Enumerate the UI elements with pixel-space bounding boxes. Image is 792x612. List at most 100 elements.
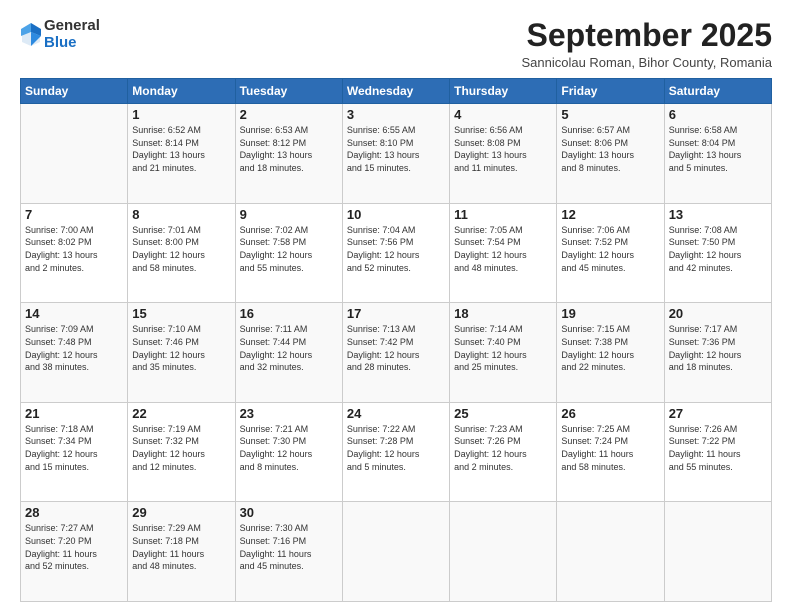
day-number: 3 bbox=[347, 107, 445, 122]
day-info: Sunrise: 7:22 AMSunset: 7:28 PMDaylight:… bbox=[347, 423, 445, 473]
day-info: Sunrise: 7:05 AMSunset: 7:54 PMDaylight:… bbox=[454, 224, 552, 274]
cell-w5-d6 bbox=[664, 502, 771, 602]
calendar-header-row: Sunday Monday Tuesday Wednesday Thursday… bbox=[21, 79, 772, 104]
cell-w5-d1: 29Sunrise: 7:29 AMSunset: 7:18 PMDayligh… bbox=[128, 502, 235, 602]
day-number: 23 bbox=[240, 406, 338, 421]
logo: General Blue bbox=[20, 18, 100, 51]
cell-w4-d4: 25 Sunrise: 7:23 AMSunset: 7:26 PMDayligh… bbox=[450, 402, 557, 502]
day-number: 7 bbox=[25, 207, 123, 222]
day-info: Sunrise: 7:19 AMSunset: 7:32 PMDaylight:… bbox=[132, 423, 230, 473]
day-number: 5 bbox=[561, 107, 659, 122]
day-info: Sunrise: 7:30 AMSunset: 7:16 PMDaylight:… bbox=[240, 522, 338, 572]
day-number: 20 bbox=[669, 306, 767, 321]
day-info: Sunrise: 7:11 AMSunset: 7:44 PMDaylight:… bbox=[240, 323, 338, 373]
cell-w1-d2: 2 Sunrise: 6:53 AMSunset: 8:12 PMDaylight… bbox=[235, 104, 342, 204]
week-row-4: 21 Sunrise: 7:18 AMSunset: 7:34 PMDayligh… bbox=[21, 402, 772, 502]
cell-w3-d3: 17 Sunrise: 7:13 AMSunset: 7:42 PMDayligh… bbox=[342, 303, 449, 403]
day-number: 24 bbox=[347, 406, 445, 421]
day-number: 2 bbox=[240, 107, 338, 122]
month-title: September 2025 bbox=[521, 18, 772, 53]
day-info: Sunrise: 7:06 AMSunset: 7:52 PMDaylight:… bbox=[561, 224, 659, 274]
day-info: Sunrise: 7:00 AMSunset: 8:02 PMDaylight:… bbox=[25, 224, 123, 274]
cell-w1-d0 bbox=[21, 104, 128, 204]
col-monday: Monday bbox=[128, 79, 235, 104]
cell-w1-d6: 6 Sunrise: 6:58 AMSunset: 8:04 PMDaylight… bbox=[664, 104, 771, 204]
day-info: Sunrise: 6:52 AMSunset: 8:14 PMDaylight:… bbox=[132, 124, 230, 174]
day-number: 10 bbox=[347, 207, 445, 222]
day-number: 18 bbox=[454, 306, 552, 321]
col-saturday: Saturday bbox=[664, 79, 771, 104]
title-block: September 2025 Sannicolau Roman, Bihor C… bbox=[521, 18, 772, 70]
day-info: Sunrise: 7:27 AMSunset: 7:20 PMDaylight:… bbox=[25, 522, 123, 572]
day-number: 6 bbox=[669, 107, 767, 122]
cell-w1-d1: 1 Sunrise: 6:52 AMSunset: 8:14 PMDaylight… bbox=[128, 104, 235, 204]
day-info: Sunrise: 7:18 AMSunset: 7:34 PMDaylight:… bbox=[25, 423, 123, 473]
cell-w3-d0: 14Sunrise: 7:09 AMSunset: 7:48 PMDayligh… bbox=[21, 303, 128, 403]
col-tuesday: Tuesday bbox=[235, 79, 342, 104]
day-info: Sunrise: 7:10 AMSunset: 7:46 PMDaylight:… bbox=[132, 323, 230, 373]
day-info: Sunrise: 7:02 AMSunset: 7:58 PMDaylight:… bbox=[240, 224, 338, 274]
day-number: 21 bbox=[25, 406, 123, 421]
cell-w3-d6: 20 Sunrise: 7:17 AMSunset: 7:36 PMDayligh… bbox=[664, 303, 771, 403]
logo-general: General bbox=[44, 18, 100, 35]
subtitle: Sannicolau Roman, Bihor County, Romania bbox=[521, 55, 772, 70]
day-info: Sunrise: 6:58 AMSunset: 8:04 PMDaylight:… bbox=[669, 124, 767, 174]
col-wednesday: Wednesday bbox=[342, 79, 449, 104]
day-number: 4 bbox=[454, 107, 552, 122]
day-info: Sunrise: 7:13 AMSunset: 7:42 PMDaylight:… bbox=[347, 323, 445, 373]
day-number: 15 bbox=[132, 306, 230, 321]
day-info: Sunrise: 7:17 AMSunset: 7:36 PMDaylight:… bbox=[669, 323, 767, 373]
col-sunday: Sunday bbox=[21, 79, 128, 104]
cell-w1-d3: 3 Sunrise: 6:55 AMSunset: 8:10 PMDaylight… bbox=[342, 104, 449, 204]
cell-w2-d2: 9 Sunrise: 7:02 AMSunset: 7:58 PMDaylight… bbox=[235, 203, 342, 303]
day-number: 17 bbox=[347, 306, 445, 321]
week-row-1: 1 Sunrise: 6:52 AMSunset: 8:14 PMDaylight… bbox=[21, 104, 772, 204]
day-number: 12 bbox=[561, 207, 659, 222]
cell-w1-d4: 4 Sunrise: 6:56 AMSunset: 8:08 PMDaylight… bbox=[450, 104, 557, 204]
cell-w2-d4: 11Sunrise: 7:05 AMSunset: 7:54 PMDayligh… bbox=[450, 203, 557, 303]
cell-w2-d1: 8Sunrise: 7:01 AMSunset: 8:00 PMDaylight… bbox=[128, 203, 235, 303]
day-number: 9 bbox=[240, 207, 338, 222]
logo-text: General Blue bbox=[44, 18, 100, 51]
day-number: 13 bbox=[669, 207, 767, 222]
day-number: 19 bbox=[561, 306, 659, 321]
day-info: Sunrise: 7:04 AMSunset: 7:56 PMDaylight:… bbox=[347, 224, 445, 274]
day-number: 1 bbox=[132, 107, 230, 122]
cell-w5-d3 bbox=[342, 502, 449, 602]
cell-w5-d5 bbox=[557, 502, 664, 602]
week-row-3: 14Sunrise: 7:09 AMSunset: 7:48 PMDayligh… bbox=[21, 303, 772, 403]
cell-w3-d2: 16Sunrise: 7:11 AMSunset: 7:44 PMDayligh… bbox=[235, 303, 342, 403]
day-info: Sunrise: 7:23 AMSunset: 7:26 PMDaylight:… bbox=[454, 423, 552, 473]
day-info: Sunrise: 7:14 AMSunset: 7:40 PMDaylight:… bbox=[454, 323, 552, 373]
cell-w2-d5: 12 Sunrise: 7:06 AMSunset: 7:52 PMDayligh… bbox=[557, 203, 664, 303]
day-info: Sunrise: 7:15 AMSunset: 7:38 PMDaylight:… bbox=[561, 323, 659, 373]
cell-w2-d6: 13 Sunrise: 7:08 AMSunset: 7:50 PMDayligh… bbox=[664, 203, 771, 303]
day-info: Sunrise: 7:25 AMSunset: 7:24 PMDaylight:… bbox=[561, 423, 659, 473]
cell-w2-d3: 10 Sunrise: 7:04 AMSunset: 7:56 PMDayligh… bbox=[342, 203, 449, 303]
cell-w4-d0: 21 Sunrise: 7:18 AMSunset: 7:34 PMDayligh… bbox=[21, 402, 128, 502]
day-number: 22 bbox=[132, 406, 230, 421]
week-row-2: 7 Sunrise: 7:00 AMSunset: 8:02 PMDaylight… bbox=[21, 203, 772, 303]
day-number: 25 bbox=[454, 406, 552, 421]
cell-w5-d0: 28Sunrise: 7:27 AMSunset: 7:20 PMDayligh… bbox=[21, 502, 128, 602]
day-number: 14 bbox=[25, 306, 123, 321]
cell-w3-d1: 15 Sunrise: 7:10 AMSunset: 7:46 PMDayligh… bbox=[128, 303, 235, 403]
day-number: 8 bbox=[132, 207, 230, 222]
cell-w4-d6: 27Sunrise: 7:26 AMSunset: 7:22 PMDayligh… bbox=[664, 402, 771, 502]
cell-w4-d3: 24 Sunrise: 7:22 AMSunset: 7:28 PMDayligh… bbox=[342, 402, 449, 502]
page: General Blue September 2025 Sannicolau R… bbox=[0, 0, 792, 612]
cell-w2-d0: 7 Sunrise: 7:00 AMSunset: 8:02 PMDaylight… bbox=[21, 203, 128, 303]
cell-w4-d2: 23 Sunrise: 7:21 AMSunset: 7:30 PMDayligh… bbox=[235, 402, 342, 502]
logo-blue: Blue bbox=[44, 35, 100, 52]
day-info: Sunrise: 6:55 AMSunset: 8:10 PMDaylight:… bbox=[347, 124, 445, 174]
day-info: Sunrise: 6:53 AMSunset: 8:12 PMDaylight:… bbox=[240, 124, 338, 174]
day-info: Sunrise: 6:56 AMSunset: 8:08 PMDaylight:… bbox=[454, 124, 552, 174]
day-number: 27 bbox=[669, 406, 767, 421]
day-number: 26 bbox=[561, 406, 659, 421]
day-info: Sunrise: 7:08 AMSunset: 7:50 PMDaylight:… bbox=[669, 224, 767, 274]
header: General Blue September 2025 Sannicolau R… bbox=[20, 18, 772, 70]
calendar-table: Sunday Monday Tuesday Wednesday Thursday… bbox=[20, 78, 772, 602]
day-info: Sunrise: 7:21 AMSunset: 7:30 PMDaylight:… bbox=[240, 423, 338, 473]
cell-w3-d5: 19 Sunrise: 7:15 AMSunset: 7:38 PMDayligh… bbox=[557, 303, 664, 403]
day-info: Sunrise: 6:57 AMSunset: 8:06 PMDaylight:… bbox=[561, 124, 659, 174]
